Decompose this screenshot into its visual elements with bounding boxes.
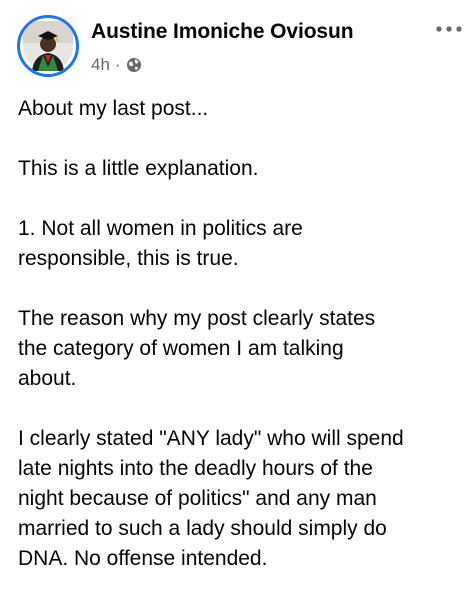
post-paragraph: 1. Not all women in politics are respons… <box>18 217 303 270</box>
post-timestamp[interactable]: 4h <box>91 55 110 75</box>
post-paragraph: I clearly stated "ANY lady" who will spe… <box>18 427 404 570</box>
post-meta: 4h · <box>91 55 142 75</box>
post-body: About my last post... This is a little e… <box>18 94 463 574</box>
meta-separator: · <box>114 55 121 74</box>
more-options-button[interactable] <box>432 18 466 40</box>
post-paragraph: The reason why my post clearly states th… <box>18 307 376 390</box>
post-paragraph: About my last post... <box>18 97 209 120</box>
more-options-icon <box>436 26 462 32</box>
avatar[interactable] <box>17 15 79 77</box>
globe-icon[interactable] <box>126 57 142 73</box>
post-paragraph: This is a little explanation. <box>18 157 259 180</box>
post-header: Austine Imoniche Oviosun 4h · <box>0 0 475 86</box>
author-name[interactable]: Austine Imoniche Oviosun <box>91 20 354 44</box>
avatar-photo <box>23 21 73 71</box>
